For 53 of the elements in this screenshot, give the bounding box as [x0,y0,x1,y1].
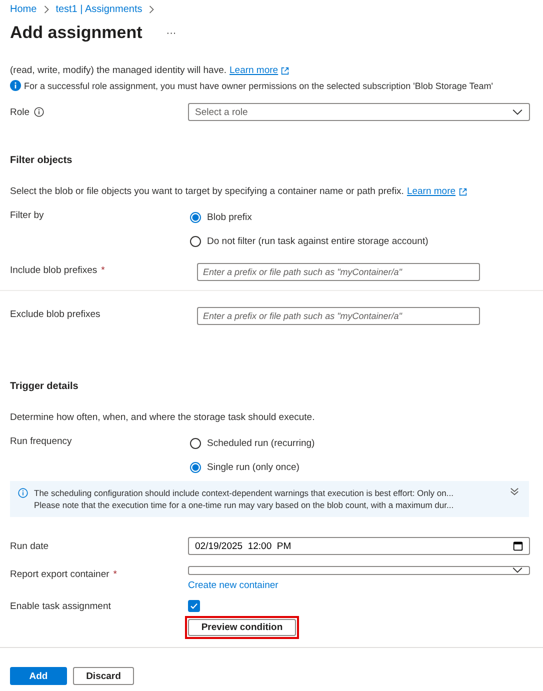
field-label: Filter by [10,210,44,221]
prefix-input-field[interactable]: Enter a prefix or file path such as "myContainer/a" [197,307,480,325]
field-label: Run date [10,540,49,552]
external-link-icon [281,66,290,74]
banner-text: Please note that the execution time for a one-time run may vary based on the blob count, with a maximum dur... [34,499,455,511]
radio-label: Single run (only once) [207,462,300,473]
learn-more-link[interactable]: Learn more [406,186,456,197]
container-dropdown[interactable] [188,566,530,575]
expand-button[interactable] [510,487,519,496]
field-label: Role [10,106,30,118]
prefix-input-field[interactable]: Enter a prefix or file path such as "myContainer/a" [197,263,480,281]
field-label: Enable task assignment [10,601,111,612]
radio-label: Blob prefix [207,212,252,223]
banner-text: The scheduling configuration should include context-dependent warnings that execution is best effort: Only on... [34,487,454,499]
chevron-down-icon [512,567,523,574]
field-label: Exclude blob prefixes [10,309,100,320]
notice-text: For a successful role assignment, you must have owner permissions on the selected subscription 'Blob Storage Team' [24,80,494,90]
chevron-right-icon [148,4,156,14]
learn-more-link[interactable]: Learn more [230,65,278,76]
external-link-icon [458,188,467,196]
field-label: Run frequency [10,436,72,447]
required-asterisk: * [101,265,105,276]
section-description: Select the blob or file objects you want to target by specifying a container name or path prefix. [10,186,404,197]
radio-button[interactable] [190,236,201,247]
section-description: Determine how often, when, and where the storage task should execute. [10,412,315,423]
radio-button[interactable] [190,462,201,473]
page-title: Add assignment [10,23,142,43]
required-asterisk: * [113,569,117,580]
radio-label: Scheduled run (recurring) [207,438,315,449]
add-button[interactable]: Add [10,667,67,685]
radio-button[interactable] [190,212,201,223]
calendar-icon [513,541,523,551]
chevron-right-icon [42,4,50,14]
info-icon [18,488,28,498]
field-label: Include blob prefixes [10,265,98,276]
field-label: Report export container [10,569,110,580]
date-time-field[interactable]: 02/19/2025 12:00 PM [188,537,530,555]
more-button[interactable]: ··· [166,28,176,38]
radio-label: Do not filter (run task against entire storage account) [207,236,428,247]
breadcrumb-link[interactable]: test1 | Assignments [56,4,142,14]
discard-button[interactable]: Discard [73,667,134,685]
checkbox[interactable] [188,600,200,612]
info-icon [10,80,21,91]
preview-condition-button[interactable]: Preview condition [188,619,296,636]
create-container-link[interactable]: Create new container [188,580,278,591]
info-icon [34,107,44,117]
section-heading: Filter objects [9,155,74,166]
breadcrumb-link[interactable]: Home [10,4,37,14]
radio-button[interactable] [190,438,201,449]
chevron-down-icon [512,108,523,116]
section-heading: Trigger details [9,381,80,392]
role-dropdown[interactable]: Select a role [188,103,530,121]
intro-text: (read, write, modify) the managed identity will have. [10,65,226,76]
